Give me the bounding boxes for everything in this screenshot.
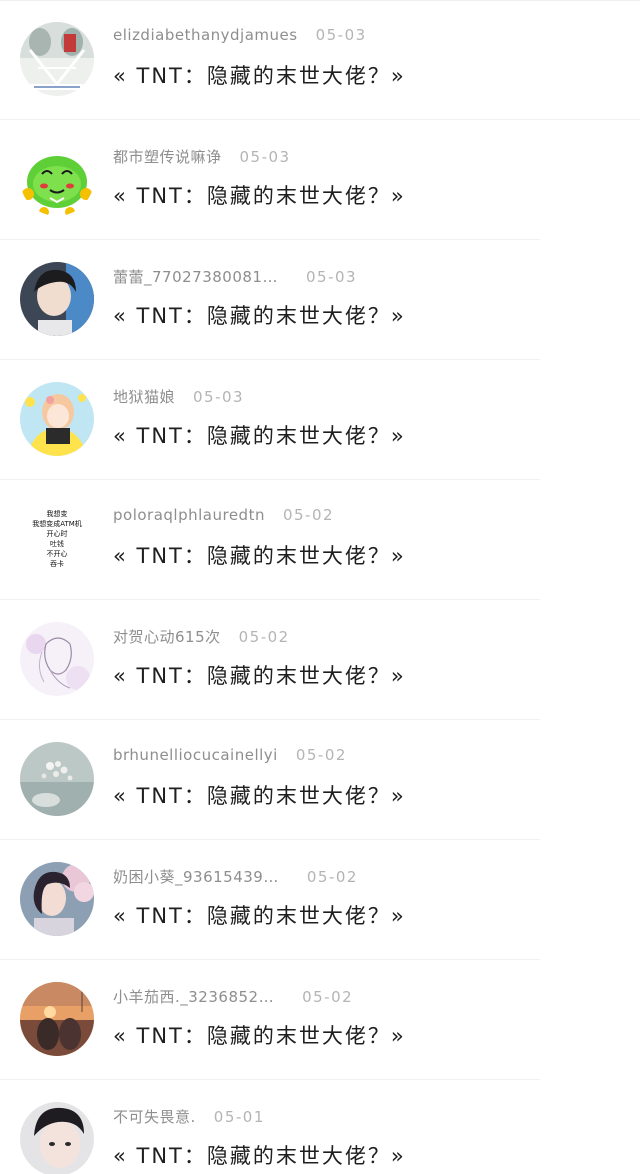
- comment-item[interactable]: 我想变 我想变成ATM机 开心时 吐钱 不开心 吞卡 poloraqlphlau…: [0, 480, 640, 600]
- avatar-sketch-girl-icon: [20, 622, 94, 696]
- avatar[interactable]: [20, 982, 94, 1056]
- comment-meta: 蕾蕾_77027380081… 05-03: [113, 266, 357, 290]
- username[interactable]: 地狱猫娘: [113, 386, 175, 407]
- comment-date: 05-02: [306, 868, 358, 886]
- comment-date: 05-02: [295, 746, 347, 764]
- username[interactable]: poloraqlphlauredtn: [113, 506, 265, 524]
- book-title-link[interactable]: « TNT：隐藏的末世大佬？»: [113, 540, 406, 570]
- comment-date: 05-03: [193, 388, 245, 406]
- comment-meta: 地狱猫娘 05-03: [113, 386, 244, 410]
- comment-date: 05-02: [238, 628, 290, 646]
- comment-meta: brhunelliocucainellyi 05-02: [113, 746, 347, 770]
- comment-item[interactable]: 蕾蕾_77027380081… 05-03 « TNT：隐藏的末世大佬？»: [0, 240, 640, 360]
- comment-item[interactable]: brhunelliocucainellyi 05-02 « TNT：隐藏的末世大佬…: [0, 720, 640, 840]
- comment-meta: poloraqlphlauredtn 05-02: [113, 506, 334, 530]
- book-title-link[interactable]: « TNT：隐藏的末世大佬？»: [113, 420, 406, 450]
- comment-date: 05-03: [239, 148, 291, 166]
- avatar-text-line: 开心时: [47, 529, 68, 538]
- avatar-pearls-icon: [20, 742, 94, 816]
- comment-date: 05-03: [315, 26, 367, 44]
- comment-item[interactable]: 都市塑传说嘛诤 05-03 « TNT：隐藏的末世大佬？»: [0, 120, 640, 240]
- avatar[interactable]: [20, 862, 94, 936]
- username[interactable]: 蕾蕾_77027380081…: [113, 266, 278, 287]
- avatar-boy-portrait-icon: [20, 262, 94, 336]
- avatar[interactable]: [20, 742, 94, 816]
- book-title-link[interactable]: « TNT：隐藏的末世大佬？»: [113, 180, 406, 210]
- comment-date: 05-01: [213, 1108, 265, 1126]
- avatar-anime-girl-icon: [20, 382, 94, 456]
- username[interactable]: 奶困小葵_93615439…: [113, 866, 279, 887]
- avatar-text-line: 不开心: [47, 550, 68, 558]
- avatar-text-line: 吞卡: [50, 559, 64, 568]
- avatar[interactable]: 我想变 我想变成ATM机 开心时 吐钱 不开心 吞卡: [20, 502, 94, 576]
- avatar[interactable]: [20, 1102, 94, 1174]
- avatar-text-line: 吐钱: [50, 539, 64, 548]
- comment-meta: 不可失畏意. 05-01: [113, 1106, 265, 1130]
- comment-date: 05-02: [282, 506, 335, 524]
- comment-date: 05-03: [305, 268, 358, 286]
- book-title-link[interactable]: « TNT：隐藏的末世大佬？»: [113, 1020, 406, 1050]
- username[interactable]: 小羊茄西._3236852…: [113, 986, 274, 1007]
- avatar[interactable]: [20, 382, 94, 456]
- avatar-text-line: 我想变: [47, 509, 68, 518]
- comment-item[interactable]: 小羊茄西._3236852… 05-02 « TNT：隐藏的末世大佬？»: [0, 960, 640, 1080]
- comment-meta: 小羊茄西._3236852… 05-02: [113, 986, 353, 1010]
- avatar-boy-closeup-icon: [20, 1102, 94, 1174]
- comment-meta: 奶困小葵_93615439… 05-02: [113, 866, 358, 890]
- book-title-link[interactable]: « TNT：隐藏的末世大佬？»: [113, 900, 406, 930]
- avatar-text-icon: 我想变 我想变成ATM机 开心时 吐钱 不开心 吞卡: [20, 502, 94, 576]
- comment-item[interactable]: 对贺心动615次 05-02 « TNT：隐藏的末世大佬？»: [0, 600, 640, 720]
- comment-meta: 对贺心动615次 05-02: [113, 626, 290, 650]
- username[interactable]: 不可失畏意.: [113, 1106, 196, 1127]
- comment-item[interactable]: 不可失畏意. 05-01 « TNT：隐藏的末世大佬？»: [0, 1080, 640, 1174]
- book-title-link[interactable]: « TNT：隐藏的末世大佬？»: [113, 1140, 406, 1170]
- avatar[interactable]: [20, 622, 94, 696]
- avatar-text-line: 我想变成ATM机: [32, 519, 82, 528]
- username[interactable]: brhunelliocucainellyi: [113, 746, 278, 764]
- username[interactable]: 对贺心动615次: [113, 626, 221, 647]
- avatar-heart-photo-icon: [20, 22, 94, 96]
- comment-meta: 都市塑传说嘛诤 05-03: [113, 146, 291, 170]
- book-title-link[interactable]: « TNT：隐藏的末世大佬？»: [113, 60, 406, 90]
- avatar[interactable]: [20, 262, 94, 336]
- comment-item[interactable]: elizdiabethanydjamues 05-03 « TNT：隐藏的末世大佬…: [0, 0, 640, 120]
- comment-date: 05-02: [302, 988, 354, 1006]
- avatar-sunset-friends-icon: [20, 982, 94, 1056]
- avatar[interactable]: [20, 142, 94, 216]
- book-title-link[interactable]: « TNT：隐藏的末世大佬？»: [113, 300, 406, 330]
- avatar-girl-blossom-icon: [20, 862, 94, 936]
- avatar-green-cartoon-icon: [20, 142, 94, 216]
- username[interactable]: 都市塑传说嘛诤: [113, 146, 222, 167]
- username[interactable]: elizdiabethanydjamues: [113, 26, 298, 44]
- book-title-link[interactable]: « TNT：隐藏的末世大佬？»: [113, 780, 406, 810]
- book-title-link[interactable]: « TNT：隐藏的末世大佬？»: [113, 660, 406, 690]
- comment-item[interactable]: 地狱猫娘 05-03 « TNT：隐藏的末世大佬？»: [0, 360, 640, 480]
- comment-meta: elizdiabethanydjamues 05-03: [113, 26, 367, 50]
- avatar[interactable]: [20, 22, 94, 96]
- comment-item[interactable]: 奶困小葵_93615439… 05-02 « TNT：隐藏的末世大佬？»: [0, 840, 640, 960]
